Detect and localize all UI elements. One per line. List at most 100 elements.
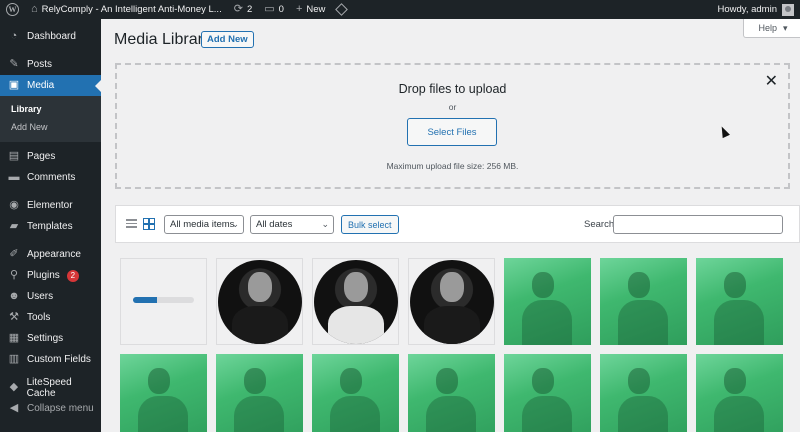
- litespeed-icon: ◆: [9, 381, 19, 393]
- sidebar-item-label: Plugins: [27, 270, 60, 281]
- sidebar-item-dashboard[interactable]: ◔ Dashboard: [0, 26, 101, 47]
- sidebar-item-users[interactable]: ☻ Users: [0, 286, 101, 307]
- sidebar-item-media[interactable]: ▣ Media: [0, 75, 101, 96]
- attachment-thumbnail[interactable]: [408, 354, 495, 432]
- new-content-menu[interactable]: + New: [290, 0, 331, 19]
- page-title: Media Library: [114, 31, 211, 48]
- max-upload-size: Maximum upload file size: 256 MB.: [386, 161, 519, 171]
- submenu-add-new[interactable]: Add New: [0, 118, 101, 136]
- sidebar-item-label: Appearance: [27, 249, 81, 260]
- drop-or-text: or: [448, 102, 457, 112]
- dashboard-icon: ◔: [10, 30, 18, 42]
- attachment-thumbnail[interactable]: [216, 258, 303, 345]
- home-icon: ⌂: [31, 3, 38, 15]
- sidebar-item-pages[interactable]: ▤ Pages: [0, 146, 101, 167]
- comment-icon: ▭: [264, 3, 275, 15]
- sidebar-item-templates[interactable]: ▰ Templates: [0, 216, 101, 237]
- updates-link[interactable]: ⟳ 2: [228, 0, 259, 19]
- attachment-thumbnail[interactable]: [120, 354, 207, 432]
- site-name-link[interactable]: ⌂ RelyComply - An Intelligent Anti-Money…: [25, 0, 228, 19]
- sidebar-item-label: Media: [27, 80, 55, 91]
- admin-sidebar: ◔ Dashboard ✎ Posts ▣ Media Library Add …: [0, 19, 101, 432]
- chevron-down-icon: ⌄: [231, 219, 239, 229]
- media-type-filter-value: All media items: [170, 219, 235, 230]
- attachment-thumbnail[interactable]: [312, 258, 399, 345]
- sidebar-item-posts[interactable]: ✎ Posts: [0, 54, 101, 75]
- attachment-thumbnail[interactable]: [312, 354, 399, 432]
- comments-icon: ▬: [8, 171, 20, 183]
- chevron-down-icon: ▾: [782, 22, 788, 33]
- list-view-icon[interactable]: [126, 219, 137, 230]
- grid-view-icon[interactable]: [143, 218, 155, 230]
- help-tab-button[interactable]: Help ▾: [743, 19, 800, 38]
- sidebar-item-label: Users: [27, 291, 54, 302]
- sidebar-item-tools[interactable]: ⚒ Tools: [0, 307, 101, 328]
- add-new-button[interactable]: Add New: [201, 31, 254, 48]
- comments-count: 0: [278, 4, 284, 15]
- sidebar-item-elementor[interactable]: ◉ Elementor: [0, 195, 101, 216]
- attachment-thumbnail[interactable]: [696, 258, 783, 345]
- wordpress-logo-menu[interactable]: W: [0, 0, 25, 19]
- select-files-button[interactable]: Select Files: [407, 118, 497, 146]
- new-label: New: [306, 4, 326, 15]
- sidebar-item-settings[interactable]: ▦ Settings: [0, 328, 101, 349]
- pages-icon: ▤: [8, 150, 20, 162]
- search-label: Search: [584, 219, 615, 230]
- sidebar-item-label: LiteSpeed Cache: [26, 376, 72, 399]
- howdy-text: Howdy, admin: [717, 4, 778, 15]
- upload-progress-bar: [133, 297, 194, 303]
- sidebar-item-plugins[interactable]: ⚲ Plugins 2: [0, 265, 101, 286]
- attachment-thumbnail[interactable]: [504, 354, 591, 432]
- updates-count: 2: [246, 4, 253, 15]
- fields-icon: ▥: [8, 353, 20, 365]
- submenu-library[interactable]: Library: [0, 100, 101, 118]
- sidebar-item-label: Tools: [27, 312, 51, 323]
- upload-dropzone[interactable]: ✕ Drop files to upload or Select Files M…: [115, 63, 790, 189]
- media-toolbar: All media items ⌄ All dates ⌄ Bulk selec…: [115, 205, 800, 243]
- date-filter[interactable]: All dates ⌄: [250, 215, 334, 234]
- plus-icon: +: [295, 3, 303, 15]
- diamond-icon: [335, 3, 349, 16]
- plugin-icon: ⚲: [9, 269, 19, 281]
- my-account-menu[interactable]: Howdy, admin: [717, 3, 800, 16]
- attachment-thumbnail[interactable]: [408, 258, 495, 345]
- wordpress-icon: W: [6, 3, 19, 16]
- admin-bar: W ⌂ RelyComply - An Intelligent Anti-Mon…: [0, 0, 800, 19]
- media-icon: ▣: [8, 79, 20, 91]
- sidebar-item-label: Templates: [27, 221, 73, 232]
- sidebar-item-litespeed-cache[interactable]: ◆ LiteSpeed Cache: [0, 376, 101, 399]
- attachment-thumbnail[interactable]: [696, 354, 783, 432]
- updates-icon: ⟳: [233, 3, 243, 15]
- folder-icon: ▰: [9, 220, 19, 232]
- comments-link[interactable]: ▭ 0: [258, 0, 290, 19]
- search-input[interactable]: [613, 215, 783, 234]
- users-icon: ☻: [8, 290, 20, 302]
- uploading-attachment[interactable]: [120, 258, 207, 345]
- main-content: Help ▾ Media Library Add New ✕ Drop file…: [101, 19, 800, 432]
- drop-files-title: Drop files to upload: [398, 82, 507, 96]
- bulk-select-button[interactable]: Bulk select: [341, 215, 399, 234]
- sidebar-item-label: Custom Fields: [27, 354, 91, 365]
- elementor-icon: ◉: [9, 199, 19, 211]
- chevron-down-icon: ⌄: [321, 219, 329, 229]
- sidebar-item-label: Posts: [27, 59, 53, 70]
- sidebar-item-label: Settings: [27, 333, 64, 344]
- collapse-menu-button[interactable]: ◀ Collapse menu: [0, 398, 101, 419]
- sidebar-item-comments[interactable]: ▬ Comments: [0, 167, 101, 188]
- sidebar-item-appearance[interactable]: ✐ Appearance: [0, 244, 101, 265]
- help-label: Help: [758, 23, 777, 33]
- attachment-thumbnail[interactable]: [504, 258, 591, 345]
- attachment-thumbnail[interactable]: [600, 354, 687, 432]
- settings-icon: ▦: [8, 332, 20, 344]
- attachment-thumbnail[interactable]: [600, 258, 687, 345]
- collapse-label: Collapse menu: [27, 403, 94, 414]
- collapse-icon: ◀: [9, 402, 19, 414]
- media-type-filter[interactable]: All media items ⌄: [164, 215, 244, 234]
- attachment-thumbnail[interactable]: [216, 354, 303, 432]
- site-name: RelyComply - An Intelligent Anti-Money L…: [41, 4, 222, 15]
- brush-icon: ✐: [9, 248, 19, 260]
- sidebar-item-label: Pages: [27, 151, 56, 162]
- wrench-icon: ⚒: [9, 311, 19, 323]
- plugin-menu[interactable]: [331, 0, 352, 19]
- sidebar-item-custom-fields[interactable]: ▥ Custom Fields: [0, 349, 101, 370]
